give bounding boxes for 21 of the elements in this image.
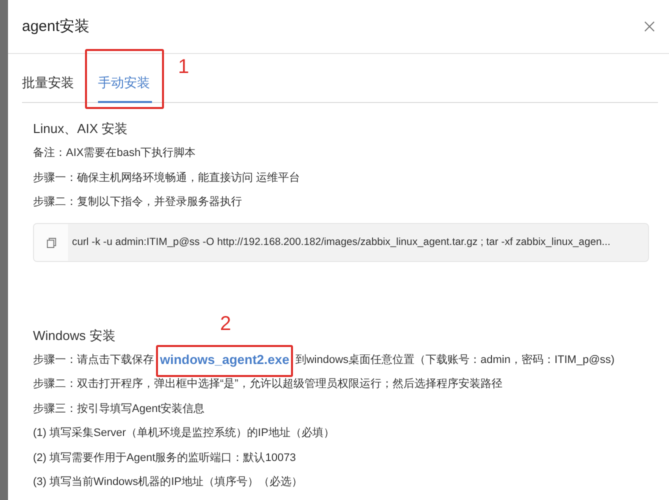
instruction-text: 备注：AIX需要在bash下执行脚本 [33, 146, 197, 161]
instruction-text: 到windows桌面任意位置（下载账号：admin，密码：ITIM_p@ss) [295, 352, 615, 368]
command-text: curl -k -u admin:ITIM_p@ss -O http://192.168.200.182/images/zabbix_linux_agent.tar.gz ; tar -xf zabbix_linux_agen... [71, 236, 610, 248]
download-link[interactable]: windows_agent2.exe [160, 352, 290, 366]
instruction-text: 步骤二：双击打开程序，弹出框中选择“是”，允许以超级管理员权限运行；然后选择程序安装路径 [33, 376, 504, 392]
section-heading: Windows 安装 [33, 326, 116, 344]
instruction-text: 步骤三：按引导填写Agent安装信息 [33, 402, 206, 416]
annotation-number: 1 [178, 56, 190, 79]
instruction-text: (3) 填写当前Windows机器的IP地址（填序号）（必选） [33, 474, 304, 490]
tab[interactable]: 手动安装 [98, 74, 152, 103]
instruction-text: 步骤一：确保主机网络环境畅通，能直接访问 运维平台 [33, 170, 302, 186]
close-icon[interactable] [644, 21, 655, 32]
section-heading: Linux、AIX 安装 [33, 120, 129, 138]
instruction-text: (2) 填写需要作用于Agent服务的监听端口：默认10073 [33, 450, 297, 466]
instruction-text: 步骤二：复制以下指令，并登录服务器执行 [33, 194, 243, 210]
instruction-text: (1) 填写采集Server（单机环境是监控系统）的IP地址（必填） [33, 426, 336, 441]
annotation-number: 2 [220, 312, 232, 336]
copy-icon[interactable] [46, 236, 56, 248]
instruction-text: 步骤一：请点击下载保存 [33, 352, 154, 368]
tab[interactable]: 批量安装 [22, 74, 76, 103]
dialog-title: agent安装 [22, 17, 90, 36]
